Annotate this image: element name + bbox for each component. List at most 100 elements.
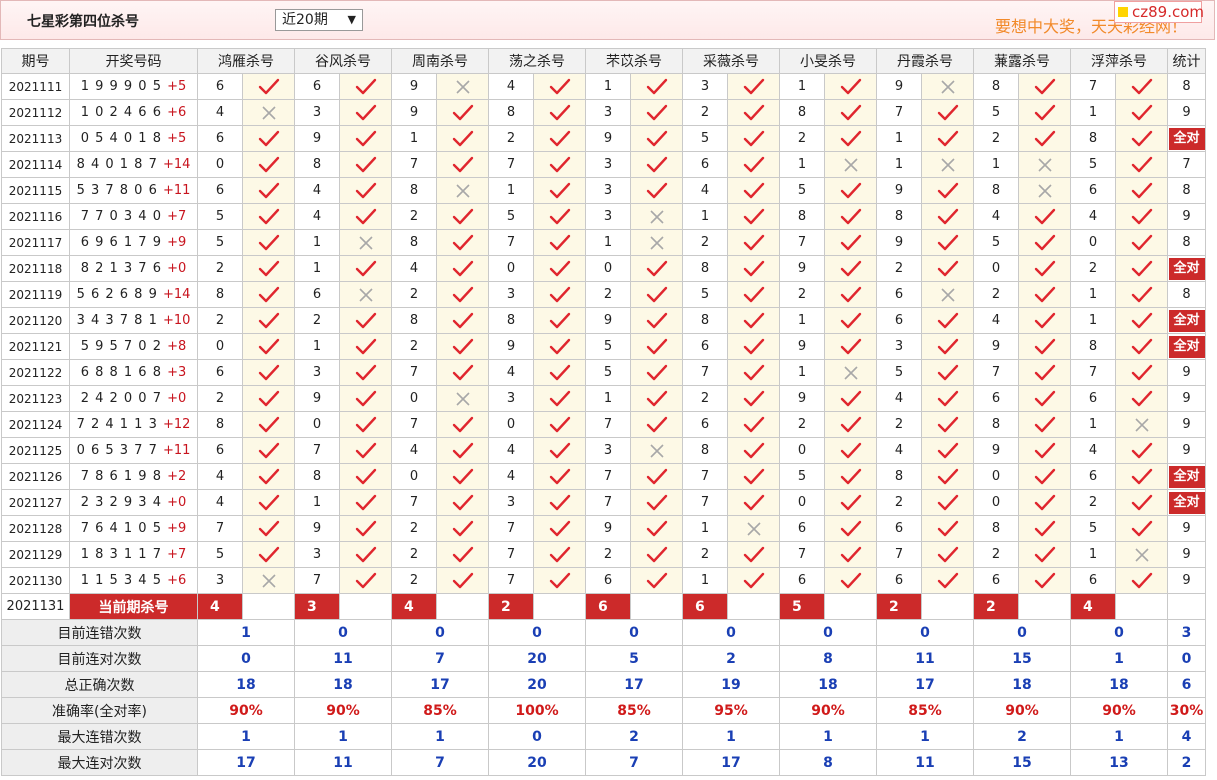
result-correct	[533, 333, 586, 360]
draw-numbers: 8 4 0 1 8 7 +14	[69, 151, 198, 178]
draw-extra: +8	[167, 339, 187, 354]
result-correct	[921, 437, 974, 464]
check-icon	[258, 520, 279, 536]
current-kill-number: 3	[294, 593, 340, 620]
kill-number-table: 期号 开奖号码 鸿雁杀号 谷风杀号 周南杀号 荡之杀号 芣苡杀号 采薇杀号 小旻杀号 丹霞杀号 蒹露…	[1, 48, 1206, 776]
kill-number: 2	[1070, 489, 1116, 516]
result-correct	[824, 463, 877, 490]
draw-numbers: 5 9 5 7 0 2 +8	[69, 333, 198, 360]
result-wrong	[921, 73, 974, 100]
result-correct	[339, 177, 392, 204]
check-icon	[646, 182, 667, 198]
result-correct	[824, 177, 877, 204]
draw-extra: +11	[163, 443, 191, 458]
table-row: 2021129 1 8 3 1 1 7 +7 5 3 2 7 2 2 7 7 2 1 9	[1, 541, 1206, 568]
summary-stat: 4	[1167, 723, 1206, 750]
check-icon	[646, 364, 667, 380]
result-correct	[339, 385, 392, 412]
draw-extra: +12	[163, 417, 191, 432]
check-icon	[743, 572, 764, 588]
result-wrong	[436, 177, 489, 204]
issue-number: 2021122	[1, 359, 70, 386]
result-correct	[1018, 567, 1071, 594]
result-correct	[1115, 151, 1168, 178]
kill-number: 8	[391, 229, 437, 256]
draw-extra: +6	[167, 105, 187, 120]
result-correct	[921, 463, 974, 490]
kill-number: 7	[682, 489, 728, 516]
table-row: 2021122 6 8 8 1 6 8 +3 6 3 7 4 5 7 1 5 7 7 9	[1, 359, 1206, 386]
result-correct	[824, 567, 877, 594]
summary-row: 目前连对次数 0 11 7 20 5 2 8 11 15 1 0	[1, 645, 1206, 672]
current-kill-number: 2	[488, 593, 534, 620]
check-icon	[355, 312, 376, 328]
period-select[interactable]: 近20期 ▼	[275, 9, 363, 31]
kill-number: 1	[779, 307, 825, 334]
row-stat: 全对	[1167, 255, 1206, 282]
summary-value: 5	[585, 645, 683, 672]
kill-number: 8	[294, 151, 340, 178]
row-stat: 全对	[1167, 489, 1206, 516]
result-correct	[1018, 229, 1071, 256]
result-correct	[533, 255, 586, 282]
check-icon	[452, 208, 473, 224]
result-correct	[339, 255, 392, 282]
kill-number: 4	[391, 255, 437, 282]
result-correct	[339, 99, 392, 126]
site-logo[interactable]: cz89.com	[1114, 1, 1204, 23]
result-correct	[824, 255, 877, 282]
table-header-row: 期号 开奖号码 鸿雁杀号 谷风杀号 周南杀号 荡之杀号 芣苡杀号 采薇杀号 小旻杀号 丹霞杀号 蒹露…	[1, 48, 1206, 74]
draw-numbers: 2 3 2 9 3 4 +0	[69, 489, 198, 516]
row-stat: 8	[1167, 281, 1206, 308]
kill-number: 3	[294, 541, 340, 568]
table-row: 2021111 1 9 9 9 0 5 +5 6 6 9 4 1 3 1 9 8 7 8	[1, 73, 1206, 100]
check-icon	[840, 208, 861, 224]
result-correct	[727, 489, 780, 516]
kill-number: 2	[682, 541, 728, 568]
draw-extra: +0	[167, 495, 187, 510]
draw-extra: +11	[163, 183, 191, 198]
check-icon	[743, 494, 764, 510]
result-correct	[1115, 489, 1168, 516]
draw-digits: 2 3 2 9 3 4	[80, 495, 162, 510]
summary-value: 0	[294, 619, 392, 646]
check-icon	[1034, 130, 1055, 146]
draw-digits: 5 3 7 8 0 6	[76, 183, 158, 198]
kill-number: 2	[779, 411, 825, 438]
result-correct	[436, 567, 489, 594]
summary-value: 85%	[876, 697, 974, 724]
kill-number: 9	[294, 515, 340, 542]
result-correct	[1018, 489, 1071, 516]
kill-number: 1	[682, 567, 728, 594]
check-icon	[1034, 572, 1055, 588]
kill-number: 4	[391, 437, 437, 464]
kill-number: 7	[488, 541, 534, 568]
draw-numbers: 3 4 3 7 8 1 +10	[69, 307, 198, 334]
result-correct	[436, 99, 489, 126]
row-stat: 9	[1167, 515, 1206, 542]
kill-number: 7	[682, 359, 728, 386]
check-icon	[937, 520, 958, 536]
summary-value: 90%	[973, 697, 1071, 724]
kill-number: 2	[973, 125, 1019, 152]
kill-number: 4	[973, 203, 1019, 230]
kill-number: 9	[779, 333, 825, 360]
kill-number: 6	[876, 567, 922, 594]
check-icon	[937, 468, 958, 484]
check-icon	[1034, 520, 1055, 536]
check-icon	[840, 572, 861, 588]
cross-icon	[649, 235, 664, 250]
kill-number: 1	[779, 359, 825, 386]
kill-number: 6	[682, 333, 728, 360]
check-icon	[646, 260, 667, 276]
kill-number: 7	[391, 359, 437, 386]
check-icon	[1034, 312, 1055, 328]
kill-number: 1	[779, 73, 825, 100]
check-icon	[355, 494, 376, 510]
kill-number: 2	[876, 255, 922, 282]
kill-number: 8	[973, 515, 1019, 542]
result-correct	[242, 73, 295, 100]
kill-number: 5	[488, 203, 534, 230]
empty-cell	[727, 593, 780, 620]
current-kill-number: 6	[682, 593, 728, 620]
